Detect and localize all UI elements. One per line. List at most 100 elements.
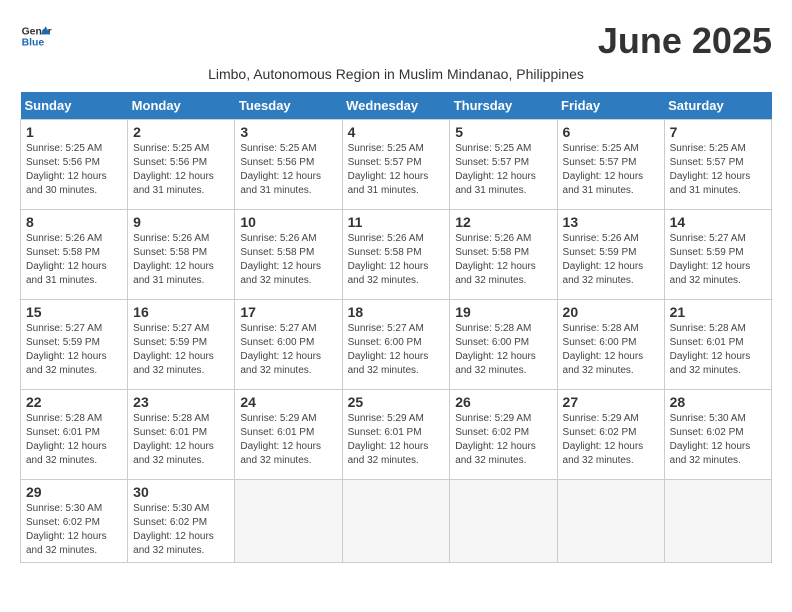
day-number: 24: [240, 394, 336, 410]
calendar-cell: 8 Sunrise: 5:26 AMSunset: 5:58 PMDayligh…: [21, 210, 128, 300]
day-number: 22: [26, 394, 122, 410]
day-detail: Sunrise: 5:25 AMSunset: 5:57 PMDaylight:…: [455, 142, 551, 198]
day-detail: Sunrise: 5:25 AMSunset: 5:57 PMDaylight:…: [563, 142, 659, 198]
day-number: 10: [240, 214, 336, 230]
day-number: 21: [670, 304, 766, 320]
col-sunday: Sunday: [21, 92, 128, 120]
day-detail: Sunrise: 5:30 AMSunset: 6:02 PMDaylight:…: [670, 412, 766, 468]
calendar-cell: 10 Sunrise: 5:26 AMSunset: 5:58 PMDaylig…: [235, 210, 342, 300]
day-detail: Sunrise: 5:28 AMSunset: 6:01 PMDaylight:…: [133, 412, 229, 468]
day-detail: Sunrise: 5:29 AMSunset: 6:02 PMDaylight:…: [455, 412, 551, 468]
day-detail: Sunrise: 5:29 AMSunset: 6:01 PMDaylight:…: [348, 412, 445, 468]
day-number: 30: [133, 484, 229, 500]
day-number: 7: [670, 124, 766, 140]
day-number: 12: [455, 214, 551, 230]
day-detail: Sunrise: 5:25 AMSunset: 5:57 PMDaylight:…: [348, 142, 445, 198]
day-detail: Sunrise: 5:26 AMSunset: 5:58 PMDaylight:…: [348, 232, 445, 288]
col-saturday: Saturday: [664, 92, 771, 120]
calendar-cell: [557, 480, 664, 563]
day-number: 15: [26, 304, 122, 320]
day-detail: Sunrise: 5:28 AMSunset: 6:01 PMDaylight:…: [26, 412, 122, 468]
calendar-cell: 27 Sunrise: 5:29 AMSunset: 6:02 PMDaylig…: [557, 390, 664, 480]
day-number: 14: [670, 214, 766, 230]
calendar-week-row: 8 Sunrise: 5:26 AMSunset: 5:58 PMDayligh…: [21, 210, 772, 300]
month-title: June 2025: [598, 20, 772, 62]
calendar-cell: 12 Sunrise: 5:26 AMSunset: 5:58 PMDaylig…: [450, 210, 557, 300]
col-monday: Monday: [128, 92, 235, 120]
calendar-cell: 18 Sunrise: 5:27 AMSunset: 6:00 PMDaylig…: [342, 300, 450, 390]
page-header: General Blue June 2025: [20, 20, 772, 62]
day-number: 5: [455, 124, 551, 140]
day-detail: Sunrise: 5:27 AMSunset: 5:59 PMDaylight:…: [133, 322, 229, 378]
day-detail: Sunrise: 5:29 AMSunset: 6:02 PMDaylight:…: [563, 412, 659, 468]
calendar-cell: 16 Sunrise: 5:27 AMSunset: 5:59 PMDaylig…: [128, 300, 235, 390]
day-detail: Sunrise: 5:25 AMSunset: 5:56 PMDaylight:…: [240, 142, 336, 198]
calendar-cell: 20 Sunrise: 5:28 AMSunset: 6:00 PMDaylig…: [557, 300, 664, 390]
calendar-week-row: 1 Sunrise: 5:25 AMSunset: 5:56 PMDayligh…: [21, 120, 772, 210]
calendar-cell: [235, 480, 342, 563]
calendar-cell: 2 Sunrise: 5:25 AMSunset: 5:56 PMDayligh…: [128, 120, 235, 210]
day-number: 26: [455, 394, 551, 410]
day-detail: Sunrise: 5:26 AMSunset: 5:58 PMDaylight:…: [133, 232, 229, 288]
col-friday: Friday: [557, 92, 664, 120]
day-number: 11: [348, 214, 445, 230]
day-number: 29: [26, 484, 122, 500]
logo: General Blue: [20, 20, 52, 52]
calendar-cell: 11 Sunrise: 5:26 AMSunset: 5:58 PMDaylig…: [342, 210, 450, 300]
calendar-cell: [342, 480, 450, 563]
day-detail: Sunrise: 5:28 AMSunset: 6:01 PMDaylight:…: [670, 322, 766, 378]
day-detail: Sunrise: 5:25 AMSunset: 5:56 PMDaylight:…: [133, 142, 229, 198]
day-detail: Sunrise: 5:30 AMSunset: 6:02 PMDaylight:…: [26, 502, 122, 558]
day-number: 13: [563, 214, 659, 230]
day-detail: Sunrise: 5:27 AMSunset: 5:59 PMDaylight:…: [670, 232, 766, 288]
calendar-cell: 30 Sunrise: 5:30 AMSunset: 6:02 PMDaylig…: [128, 480, 235, 563]
calendar-week-row: 15 Sunrise: 5:27 AMSunset: 5:59 PMDaylig…: [21, 300, 772, 390]
calendar-cell: 1 Sunrise: 5:25 AMSunset: 5:56 PMDayligh…: [21, 120, 128, 210]
col-tuesday: Tuesday: [235, 92, 342, 120]
day-detail: Sunrise: 5:26 AMSunset: 5:58 PMDaylight:…: [240, 232, 336, 288]
calendar-cell: 29 Sunrise: 5:30 AMSunset: 6:02 PMDaylig…: [21, 480, 128, 563]
day-number: 9: [133, 214, 229, 230]
day-number: 25: [348, 394, 445, 410]
calendar-cell: 21 Sunrise: 5:28 AMSunset: 6:01 PMDaylig…: [664, 300, 771, 390]
calendar-cell: 23 Sunrise: 5:28 AMSunset: 6:01 PMDaylig…: [128, 390, 235, 480]
calendar-cell: 25 Sunrise: 5:29 AMSunset: 6:01 PMDaylig…: [342, 390, 450, 480]
day-detail: Sunrise: 5:25 AMSunset: 5:57 PMDaylight:…: [670, 142, 766, 198]
calendar-week-row: 22 Sunrise: 5:28 AMSunset: 6:01 PMDaylig…: [21, 390, 772, 480]
calendar-cell: [664, 480, 771, 563]
calendar-cell: 14 Sunrise: 5:27 AMSunset: 5:59 PMDaylig…: [664, 210, 771, 300]
calendar-table: Sunday Monday Tuesday Wednesday Thursday…: [20, 92, 772, 563]
day-number: 18: [348, 304, 445, 320]
day-number: 17: [240, 304, 336, 320]
day-number: 20: [563, 304, 659, 320]
col-thursday: Thursday: [450, 92, 557, 120]
col-wednesday: Wednesday: [342, 92, 450, 120]
day-number: 27: [563, 394, 659, 410]
calendar-cell: 3 Sunrise: 5:25 AMSunset: 5:56 PMDayligh…: [235, 120, 342, 210]
day-number: 16: [133, 304, 229, 320]
calendar-subtitle: Limbo, Autonomous Region in Muslim Minda…: [20, 66, 772, 82]
day-number: 2: [133, 124, 229, 140]
logo-icon: General Blue: [20, 20, 52, 52]
calendar-cell: 9 Sunrise: 5:26 AMSunset: 5:58 PMDayligh…: [128, 210, 235, 300]
calendar-cell: 4 Sunrise: 5:25 AMSunset: 5:57 PMDayligh…: [342, 120, 450, 210]
calendar-cell: 22 Sunrise: 5:28 AMSunset: 6:01 PMDaylig…: [21, 390, 128, 480]
day-detail: Sunrise: 5:26 AMSunset: 5:58 PMDaylight:…: [26, 232, 122, 288]
day-detail: Sunrise: 5:27 AMSunset: 6:00 PMDaylight:…: [240, 322, 336, 378]
day-detail: Sunrise: 5:27 AMSunset: 6:00 PMDaylight:…: [348, 322, 445, 378]
calendar-cell: 6 Sunrise: 5:25 AMSunset: 5:57 PMDayligh…: [557, 120, 664, 210]
calendar-cell: 24 Sunrise: 5:29 AMSunset: 6:01 PMDaylig…: [235, 390, 342, 480]
calendar-cell: 15 Sunrise: 5:27 AMSunset: 5:59 PMDaylig…: [21, 300, 128, 390]
day-number: 19: [455, 304, 551, 320]
day-number: 4: [348, 124, 445, 140]
day-number: 23: [133, 394, 229, 410]
day-detail: Sunrise: 5:29 AMSunset: 6:01 PMDaylight:…: [240, 412, 336, 468]
day-detail: Sunrise: 5:26 AMSunset: 5:58 PMDaylight:…: [455, 232, 551, 288]
calendar-cell: 19 Sunrise: 5:28 AMSunset: 6:00 PMDaylig…: [450, 300, 557, 390]
day-detail: Sunrise: 5:27 AMSunset: 5:59 PMDaylight:…: [26, 322, 122, 378]
day-number: 28: [670, 394, 766, 410]
calendar-cell: 5 Sunrise: 5:25 AMSunset: 5:57 PMDayligh…: [450, 120, 557, 210]
day-detail: Sunrise: 5:28 AMSunset: 6:00 PMDaylight:…: [455, 322, 551, 378]
day-number: 8: [26, 214, 122, 230]
day-detail: Sunrise: 5:30 AMSunset: 6:02 PMDaylight:…: [133, 502, 229, 558]
